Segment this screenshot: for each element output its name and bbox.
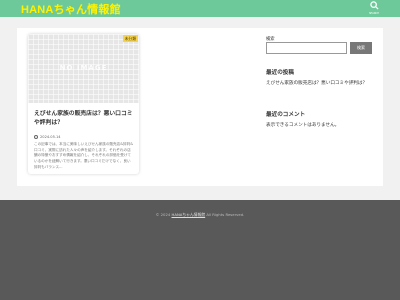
site-title[interactable]: HANAちゃん情報館 <box>21 1 121 17</box>
copyright-prefix: © 2024 <box>155 212 171 217</box>
recent-comments-title: 最近のコメント <box>266 112 306 118</box>
post-title[interactable]: えびせん家族の販売店は？悪い口コミや評判は？ <box>34 110 134 127</box>
post-date-text: 2024.05.14 <box>40 135 61 139</box>
header-search-button[interactable]: SEARCH <box>366 1 382 16</box>
copyright-suffix: All Rights Reserved. <box>206 212 245 217</box>
recent-posts-title: 最近の投稿 <box>266 70 294 76</box>
footer-site-link[interactable]: HANAちゃん情報館 <box>172 212 206 217</box>
no-image-text: NO IMAGE <box>59 64 108 72</box>
search-button-label: SEARCH <box>368 12 380 15</box>
sidebar-search-button[interactable]: 検索 <box>350 42 372 54</box>
sidebar-search-input[interactable] <box>266 42 347 54</box>
post-card[interactable]: NO IMAGE 未分類 えびせん家族の販売店は？悪い口コミや評判は？ 2024… <box>28 34 139 174</box>
main-content: NO IMAGE 未分類 えびせん家族の販売店は？悪い口コミや評判は？ 2024… <box>17 28 383 186</box>
category-badge[interactable]: 未分類 <box>122 35 138 42</box>
post-date: 2024.05.14 <box>34 135 61 139</box>
copyright: © 2024 HANAちゃん情報館 All Rights Reserved. <box>0 212 400 218</box>
post-excerpt: この記事では、本当に美味しいえびせん家族の販売店&評判&口コミ、実際に訪れた人々… <box>34 142 134 169</box>
recent-post-link[interactable]: えびせん家族の販売店は？悪い口コミや評判は？ <box>266 80 372 87</box>
site-footer: © 2024 HANAちゃん情報館 All Rights Reserved. <box>0 200 400 300</box>
no-comments-text: 表示できるコメントはありません。 <box>266 123 340 128</box>
post-thumbnail[interactable]: NO IMAGE <box>28 34 139 103</box>
search-icon <box>369 1 379 10</box>
site-header: HANAちゃん情報館 SEARCH <box>0 0 400 17</box>
sidebar-search-form: 検索 <box>266 42 372 54</box>
sidebar: 検索 検索 最近の投稿 えびせん家族の販売店は？悪い口コミや評判は？ 最近のコメ… <box>266 36 372 128</box>
clock-icon <box>34 135 38 139</box>
